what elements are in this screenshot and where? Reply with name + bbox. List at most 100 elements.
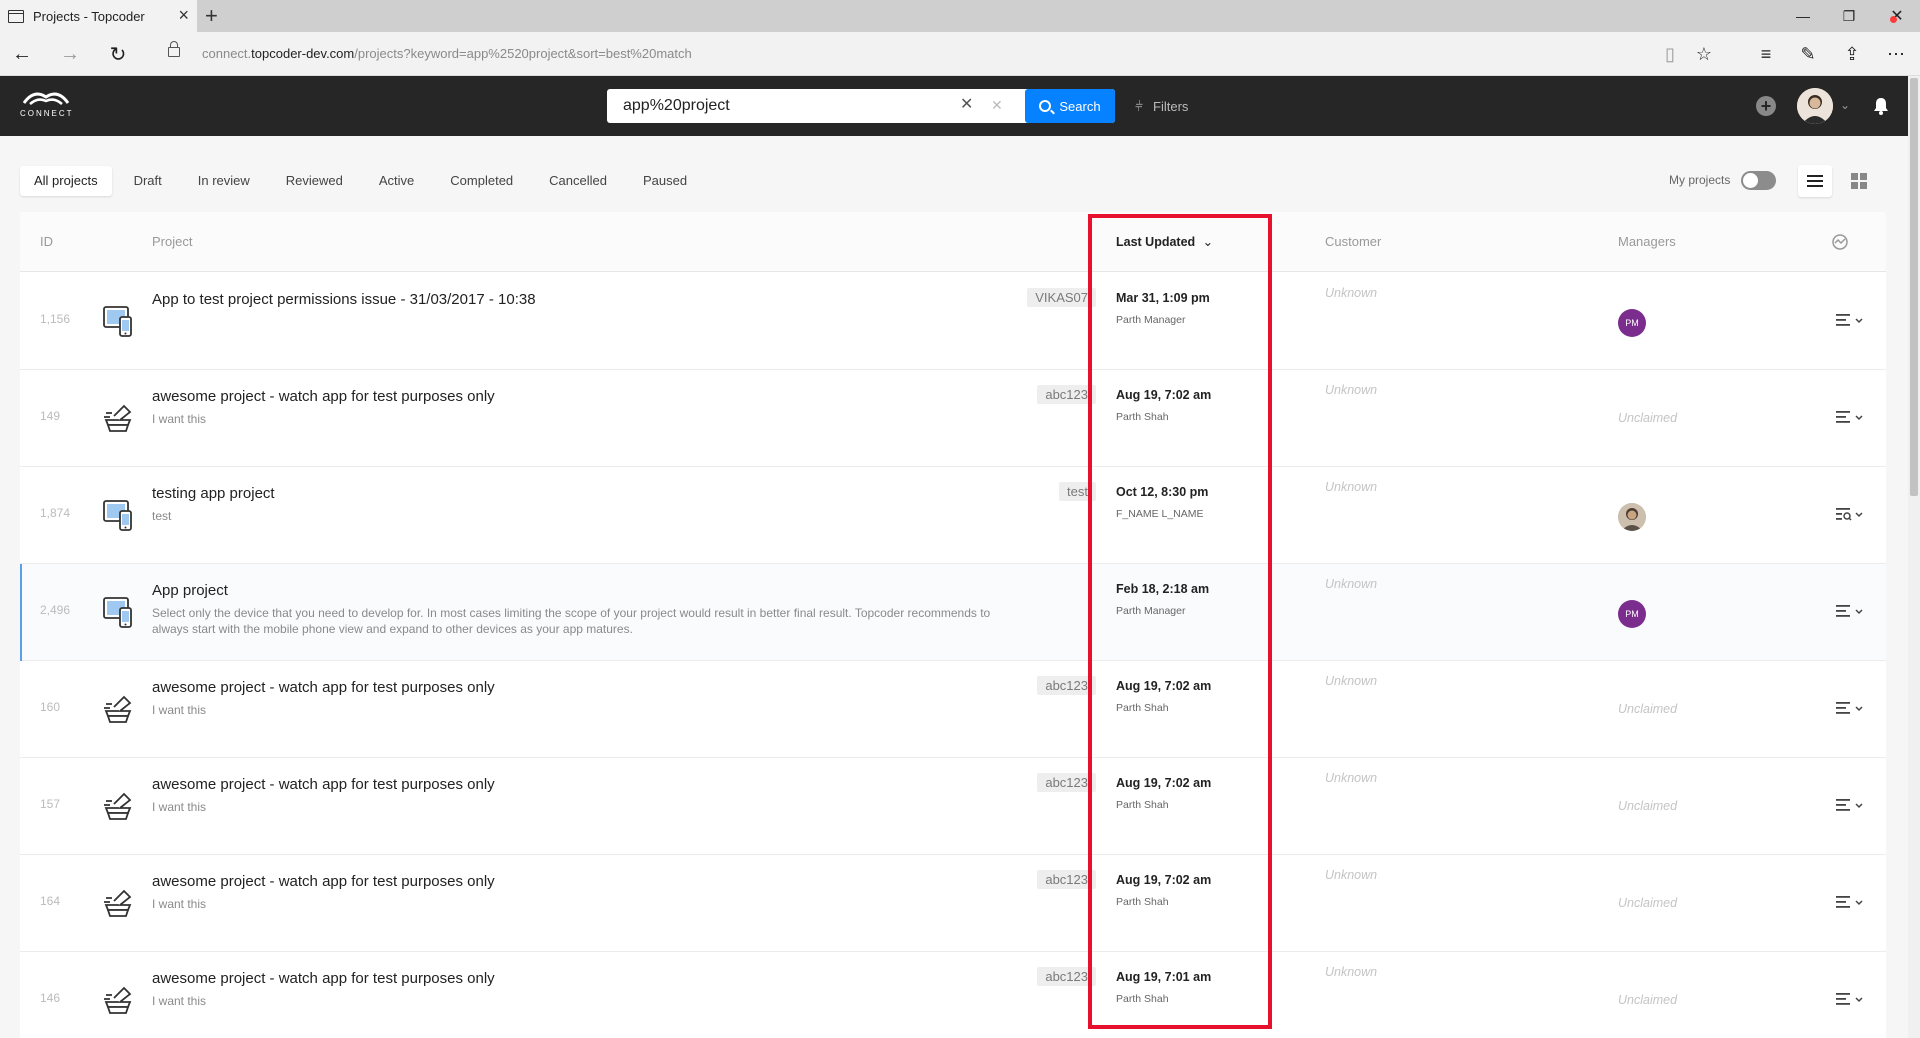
column-header-id[interactable]: ID <box>40 234 53 249</box>
column-header-last-updated[interactable]: Last Updated ⌄ <box>1116 234 1213 249</box>
column-header-project[interactable]: Project <box>152 234 192 249</box>
close-tab-icon[interactable]: × <box>178 6 189 24</box>
browser-tab[interactable]: Projects - Topcoder × <box>0 0 197 32</box>
last-updated-date: Aug 19, 7:02 am <box>1116 873 1212 887</box>
back-icon[interactable]: ← <box>8 42 36 66</box>
tab-cancelled[interactable]: Cancelled <box>535 166 621 196</box>
connect-logo[interactable]: CONNECT <box>20 87 72 118</box>
activity-icon[interactable] <box>1832 234 1848 250</box>
row-actions-list-icon[interactable] <box>1830 796 1870 816</box>
customer-value: Unknown <box>1325 965 1378 979</box>
project-tag: VIKAS07 <box>1027 288 1096 307</box>
last-updated-date: Mar 31, 1:09 pm <box>1116 291 1210 305</box>
notifications-bell-icon[interactable] <box>1871 96 1891 116</box>
project-name-link[interactable]: App to test project permissions issue - … <box>152 291 536 308</box>
column-header-customer[interactable]: Customer <box>1325 234 1381 249</box>
last-updated-label: Last Updated <box>1116 235 1196 249</box>
new-tab-icon[interactable]: + <box>205 3 218 29</box>
last-updated-by: F_NAME L_NAME <box>1116 508 1204 520</box>
table-row[interactable]: 164 awesome project - watch app for test … <box>20 855 1886 952</box>
tab-draft[interactable]: Draft <box>120 166 176 196</box>
list-view-button[interactable] <box>1798 165 1832 197</box>
project-id: 157 <box>40 797 61 811</box>
scrollbar-thumb[interactable] <box>1910 78 1918 496</box>
row-actions-list-search-icon[interactable] <box>1830 505 1870 525</box>
row-actions-list-icon[interactable] <box>1830 699 1870 719</box>
minimize-icon[interactable]: — <box>1780 0 1826 32</box>
last-updated-date: Aug 19, 7:02 am <box>1116 679 1212 693</box>
project-name-link[interactable]: awesome project - watch app for test pur… <box>152 388 495 405</box>
project-id: 160 <box>40 700 61 714</box>
customer-value: Unknown <box>1325 286 1378 300</box>
project-name-link[interactable]: awesome project - watch app for test pur… <box>152 873 495 890</box>
share-icon[interactable]: ⇪ <box>1838 42 1866 66</box>
customer-value: Unknown <box>1325 868 1378 882</box>
clear-search-icon[interactable]: ✕ <box>960 97 973 113</box>
project-name-link[interactable]: testing app project <box>152 485 275 502</box>
user-menu-chevron-down-icon[interactable]: ⌄ <box>1840 98 1850 112</box>
forward-icon[interactable]: → <box>56 42 84 66</box>
row-actions-list-icon[interactable] <box>1830 408 1870 428</box>
tab-all-projects[interactable]: All projects <box>20 166 112 196</box>
tab-paused[interactable]: Paused <box>629 166 701 196</box>
row-actions-list-icon[interactable] <box>1830 602 1870 622</box>
last-updated-by: Parth Shah <box>1116 411 1169 423</box>
close-search-icon[interactable]: ✕ <box>991 97 1003 113</box>
manager-avatar[interactable]: PM <box>1618 309 1646 337</box>
manager-unclaimed: Unclaimed <box>1618 993 1678 1007</box>
url-field[interactable]: connect.topcoder-dev.com/projects?keywor… <box>202 46 692 61</box>
table-row[interactable]: 2,496 App project Select only the device t… <box>20 564 1886 661</box>
tab-reviewed[interactable]: Reviewed <box>272 166 357 196</box>
project-id: 1,874 <box>40 506 71 520</box>
project-id: 1,156 <box>40 312 71 326</box>
add-project-icon[interactable]: + <box>1756 96 1776 116</box>
filters-button[interactable]: ⫩ Filters <box>1135 98 1188 115</box>
project-tag: abc123 <box>1037 676 1096 695</box>
search-button[interactable]: Search <box>1025 89 1115 123</box>
projects-table: ID Project Last Updated ⌄ Customer Manag… <box>20 212 1886 1038</box>
web-note-icon[interactable]: ✎ <box>1794 42 1822 66</box>
page-icon <box>8 9 24 23</box>
close-window-icon[interactable]: ✕ <box>1874 0 1920 32</box>
more-icon[interactable]: ⋯ <box>1882 42 1910 66</box>
hub-icon[interactable]: ≡ <box>1752 42 1780 66</box>
app-header: CONNECT ✕ ✕ Search ⫩ Filters + ⌄ <box>0 76 1920 136</box>
table-row[interactable]: 1,156 App to test project permissions iss… <box>20 273 1886 370</box>
manager-avatar[interactable]: PM <box>1618 600 1646 628</box>
tab-active[interactable]: Active <box>365 166 428 196</box>
project-name-link[interactable]: awesome project - watch app for test pur… <box>152 679 495 696</box>
table-row[interactable]: 160 awesome project - watch app for test … <box>20 661 1886 758</box>
project-name-link[interactable]: awesome project - watch app for test pur… <box>152 776 495 793</box>
refresh-icon[interactable]: ↻ <box>104 42 132 66</box>
table-row[interactable]: 149 awesome project - watch app for test … <box>20 370 1886 467</box>
last-updated-by: Parth Manager <box>1116 314 1186 326</box>
list-view-icon <box>1807 175 1823 187</box>
tab-in-review[interactable]: In review <box>184 166 264 196</box>
restore-icon[interactable]: ❐ <box>1826 0 1872 32</box>
project-name-link[interactable]: awesome project - watch app for test pur… <box>152 970 495 987</box>
last-updated-by: Parth Shah <box>1116 993 1169 1005</box>
project-description: I want this <box>152 897 207 911</box>
project-name-link[interactable]: App project <box>152 582 228 599</box>
table-row[interactable]: 1,874 testing app project test test Oct 12, … <box>20 467 1886 564</box>
project-id: 2,496 <box>40 603 71 617</box>
manager-photo-avatar[interactable] <box>1618 503 1646 531</box>
tab-title: Projects - Topcoder <box>33 8 145 24</box>
user-avatar[interactable] <box>1797 88 1833 124</box>
sort-chevron-down-icon: ⌄ <box>1202 235 1214 249</box>
tab-completed[interactable]: Completed <box>436 166 527 196</box>
my-projects-label: My projects <box>1669 173 1731 187</box>
row-actions-list-icon[interactable] <box>1830 893 1870 913</box>
grid-view-button[interactable] <box>1842 165 1876 197</box>
row-actions-list-icon[interactable] <box>1830 311 1870 331</box>
page-scrollbar[interactable] <box>1908 76 1920 1038</box>
table-row[interactable]: 146 awesome project - watch app for test … <box>20 952 1886 1038</box>
table-row[interactable]: 157 awesome project - watch app for test … <box>20 758 1886 855</box>
row-actions-list-icon[interactable] <box>1830 990 1870 1010</box>
tablet-phone-icon <box>98 592 138 632</box>
column-header-managers[interactable]: Managers <box>1618 234 1676 249</box>
reading-view-icon[interactable]: ▯ <box>1656 42 1684 66</box>
last-updated-date: Aug 19, 7:02 am <box>1116 388 1212 402</box>
favorite-star-icon[interactable]: ☆ <box>1690 42 1718 66</box>
my-projects-toggle[interactable] <box>1741 171 1776 190</box>
